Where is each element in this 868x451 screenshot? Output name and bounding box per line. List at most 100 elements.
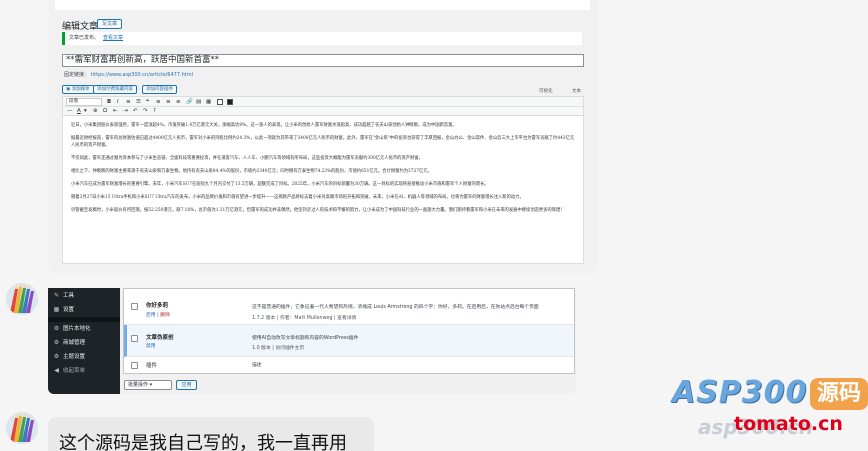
chevron-down-icon: ▾ xyxy=(149,382,153,388)
sidebar-item-settings[interactable]: ▦ 设置 xyxy=(53,305,75,314)
permalink-label: 固定链接： xyxy=(64,72,90,78)
add-paid-content-button[interactable]: 添加付费隐藏内容 xyxy=(93,85,137,94)
sender-avatar[interactable] xyxy=(6,412,38,444)
special-char-icon[interactable]: Ω xyxy=(103,107,107,115)
post-title-input[interactable]: **需军财富再创新高，跃居中国新首富** xyxy=(62,54,584,67)
table-footer-row: 插件 描述 xyxy=(124,357,574,374)
plugins-table: 你好多莉 启用 | 删除 这不是普通的插件，它象征着一代人希望和热情，浓缩成 L… xyxy=(123,288,575,374)
select-all-checkbox[interactable] xyxy=(131,362,138,369)
media-button-row: ▣ 添加媒体 添加付费隐藏内容 添加内容插件 可视化 文本 xyxy=(62,85,584,95)
sidebar-item-label: 主题设置 xyxy=(63,354,86,360)
align-right-icon[interactable]: ≡ xyxy=(176,98,181,106)
gear-icon: ⚙ xyxy=(53,338,60,346)
align-left-icon[interactable]: ≡ xyxy=(156,98,161,106)
settings-icon: ▦ xyxy=(53,305,60,313)
editor-toolbar-primary: 段落 B I ≡ ☰ ❝ ≡ ≡ ≡ 🔗 ▤ ▦ xyxy=(63,97,583,107)
content-paragraph: 据最近财经报道，雷军的总财富估值已超过4400亿元人民币，雷军对小米的持股比例约… xyxy=(71,135,575,148)
deactivate-plugin-link[interactable]: 禁用 xyxy=(146,342,156,349)
editor-toolbar-secondary: — A ▾ ⊕ Ω ⇤ ⇥ ↶ ↷ ? xyxy=(63,107,583,116)
permalink-url-link[interactable]: https://www.asp300.cn/article/6477.html xyxy=(91,72,193,78)
text-color-icon[interactable]: A xyxy=(77,107,81,115)
plugins-screenshot-bubble[interactable]: ✎ 工具 ▦ 设置 ⚙ 图片本地化 ⚙ 商城管理 ⚙ 主题设置 ◀ 收起菜单 你好多莉 启用… xyxy=(48,288,576,394)
sidebar-item-shop-manage[interactable]: ⚙ 商城管理 xyxy=(53,338,86,347)
watermark: ASP300 源码 asp300.cn tomato.cn xyxy=(672,375,868,451)
column-plugin-header: 插件 xyxy=(146,363,158,369)
read-more-icon[interactable]: ▤ xyxy=(196,98,201,106)
add-media-button[interactable]: ▣ 添加媒体 xyxy=(62,85,94,94)
sidebar-item-tools[interactable]: ✎ 工具 xyxy=(53,291,75,300)
undo-icon[interactable]: ↶ xyxy=(133,107,138,115)
plugin-meta[interactable]: 1.0 版本 | 访问插件主页 xyxy=(252,344,304,351)
gear-icon: ⚙ xyxy=(53,352,60,360)
watermark-brand: ASP300 xyxy=(672,375,808,410)
plugin-description: 使用AI自动改写文章标题和内容的WordPress插件 xyxy=(252,336,359,341)
wrench-icon: ✎ xyxy=(53,291,60,299)
sidebar-item-image-localize[interactable]: ⚙ 图片本地化 xyxy=(53,324,91,333)
content-paragraph: 不仅如此，雷军还通过顺为资本参与了小米生态链、全面科技等重要投资，并在道客汽车、… xyxy=(71,155,423,161)
sidebar-separator xyxy=(48,317,120,322)
column-description-header: 描述 xyxy=(252,363,262,368)
plugin-row-active: 文章伪原创 禁用 使用AI自动改写文章标题和内容的WordPress插件 1.0… xyxy=(124,325,574,357)
tab-visual[interactable]: 可视化 xyxy=(539,88,553,94)
sidebar-item-label: 图片本地化 xyxy=(63,326,91,332)
numbered-list-icon[interactable]: ☰ xyxy=(136,98,141,106)
content-paragraph: 尽管截至发稿时，小米股价有所回落，报52.250港元，跌7.18%，总市值为1.… xyxy=(71,207,565,213)
plugin-checkbox[interactable] xyxy=(131,335,138,342)
outdent-icon[interactable]: ⇤ xyxy=(113,107,118,115)
toolbar-toggle-icon[interactable]: ▦ xyxy=(206,98,211,106)
gear-icon: ⚙ xyxy=(53,324,60,332)
activate-plugin-link[interactable]: 启用 xyxy=(146,313,156,318)
collapse-icon: ◀ xyxy=(54,366,59,374)
align-center-icon[interactable]: ≡ xyxy=(166,98,171,106)
wp-admin-sidebar: ✎ 工具 ▦ 设置 ⚙ 图片本地化 ⚙ 商城管理 ⚙ 主题设置 ◀ 收起菜单 xyxy=(48,288,120,394)
content-paragraph: 相比之下，钟睒睒的财富主要来源于农夫山泉和万泰生物。他持有农夫山泉84.4%的股… xyxy=(71,168,432,174)
chevron-down-icon[interactable]: ▾ xyxy=(84,107,87,115)
tab-text[interactable]: 文本 xyxy=(572,88,581,94)
plugin-actions: 启用 | 删除 xyxy=(146,313,170,318)
sidebar-item-collapse[interactable]: ◀ 收起菜单 xyxy=(53,366,86,375)
bulk-actions-select[interactable]: 批量操作 ▾ xyxy=(124,380,172,390)
bold-icon[interactable]: B xyxy=(107,98,111,106)
apply-button[interactable]: 应用 xyxy=(176,380,197,390)
sidebar-item-label: 设置 xyxy=(63,307,75,313)
background-color-swatch[interactable] xyxy=(227,99,233,105)
blockquote-icon[interactable]: ❝ xyxy=(146,98,149,106)
delete-plugin-link[interactable]: 删除 xyxy=(160,313,170,318)
plugin-row: 你好多莉 启用 | 删除 这不是普通的插件，它象征着一代人希望和热情，浓缩成 L… xyxy=(124,289,574,325)
plugin-meta[interactable]: 1.7.2 版本 | 作者：Matt Mullenweg | 查看详情 xyxy=(252,314,356,321)
plugin-checkbox[interactable] xyxy=(131,303,138,310)
sidebar-item-label: 收起菜单 xyxy=(63,368,86,374)
permalink: 固定链接： https://www.asp300.cn/article/6477.… xyxy=(64,71,193,78)
add-content-plugin-button[interactable]: 添加内容插件 xyxy=(142,85,177,94)
content-paragraph: 随着3月27日小米15 Ultra手机和小米SU7 Ultra汽车的发布，小米的… xyxy=(71,194,524,200)
text-message-bubble[interactable]: 这个源码是我自己写的，我一直再用 xyxy=(48,417,374,451)
help-icon[interactable]: ? xyxy=(153,107,156,115)
text-color-swatch[interactable] xyxy=(217,99,223,105)
bulk-actions-label: 批量操作 xyxy=(128,382,149,388)
sidebar-item-label: 商城管理 xyxy=(63,340,86,346)
post-content[interactable]: 近日，小米集团股价表现强势，雷军一度涨超4%，市值突破1.4万亿港元大关，涨幅高… xyxy=(71,123,577,221)
horizontal-line-icon[interactable]: — xyxy=(67,107,73,115)
editor-screenshot-bubble[interactable]: 编辑文章 写文章 文章已发布。 查看文章 **需军财富再创新高，跃居中国新首富**… xyxy=(48,0,597,274)
redo-icon[interactable]: ↷ xyxy=(143,107,148,115)
message-text: 这个源码是我自己写的，我一直再用 xyxy=(59,433,347,451)
content-paragraph: 小米汽车已成为雷军财富增长的重要引擎。去年，小米汽车SU7在短短九个月内交付了1… xyxy=(71,181,489,187)
post-editor[interactable]: 段落 B I ≡ ☰ ❝ ≡ ≡ ≡ 🔗 ▤ ▦ — A ▾ ⊕ Ω ⇤ ⇥ ↶… xyxy=(62,96,584,264)
sidebar-item-theme-settings[interactable]: ⚙ 主题设置 xyxy=(53,352,86,361)
edit-post-heading: 编辑文章 xyxy=(62,22,99,32)
add-media-label: 添加媒体 xyxy=(71,87,90,92)
pencils-avatar-image xyxy=(6,412,38,444)
sender-avatar[interactable] xyxy=(6,283,38,315)
watermark-badge: 源码 xyxy=(810,378,868,410)
link-icon[interactable]: 🔗 xyxy=(186,98,193,106)
notice-text: 文章已发布。 xyxy=(69,35,100,41)
paste-text-icon[interactable]: ⊕ xyxy=(93,107,98,115)
add-new-post-button[interactable]: 写文章 xyxy=(97,19,123,29)
plugin-name: 文章伪原创 xyxy=(146,335,174,341)
view-post-link[interactable]: 查看文章 xyxy=(103,35,123,41)
indent-icon[interactable]: ⇥ xyxy=(123,107,128,115)
paragraph-format-select[interactable]: 段落 xyxy=(66,98,102,106)
italic-icon[interactable]: I xyxy=(117,98,119,106)
bullet-list-icon[interactable]: ≡ xyxy=(126,98,131,106)
sidebar-item-label: 工具 xyxy=(63,293,75,299)
